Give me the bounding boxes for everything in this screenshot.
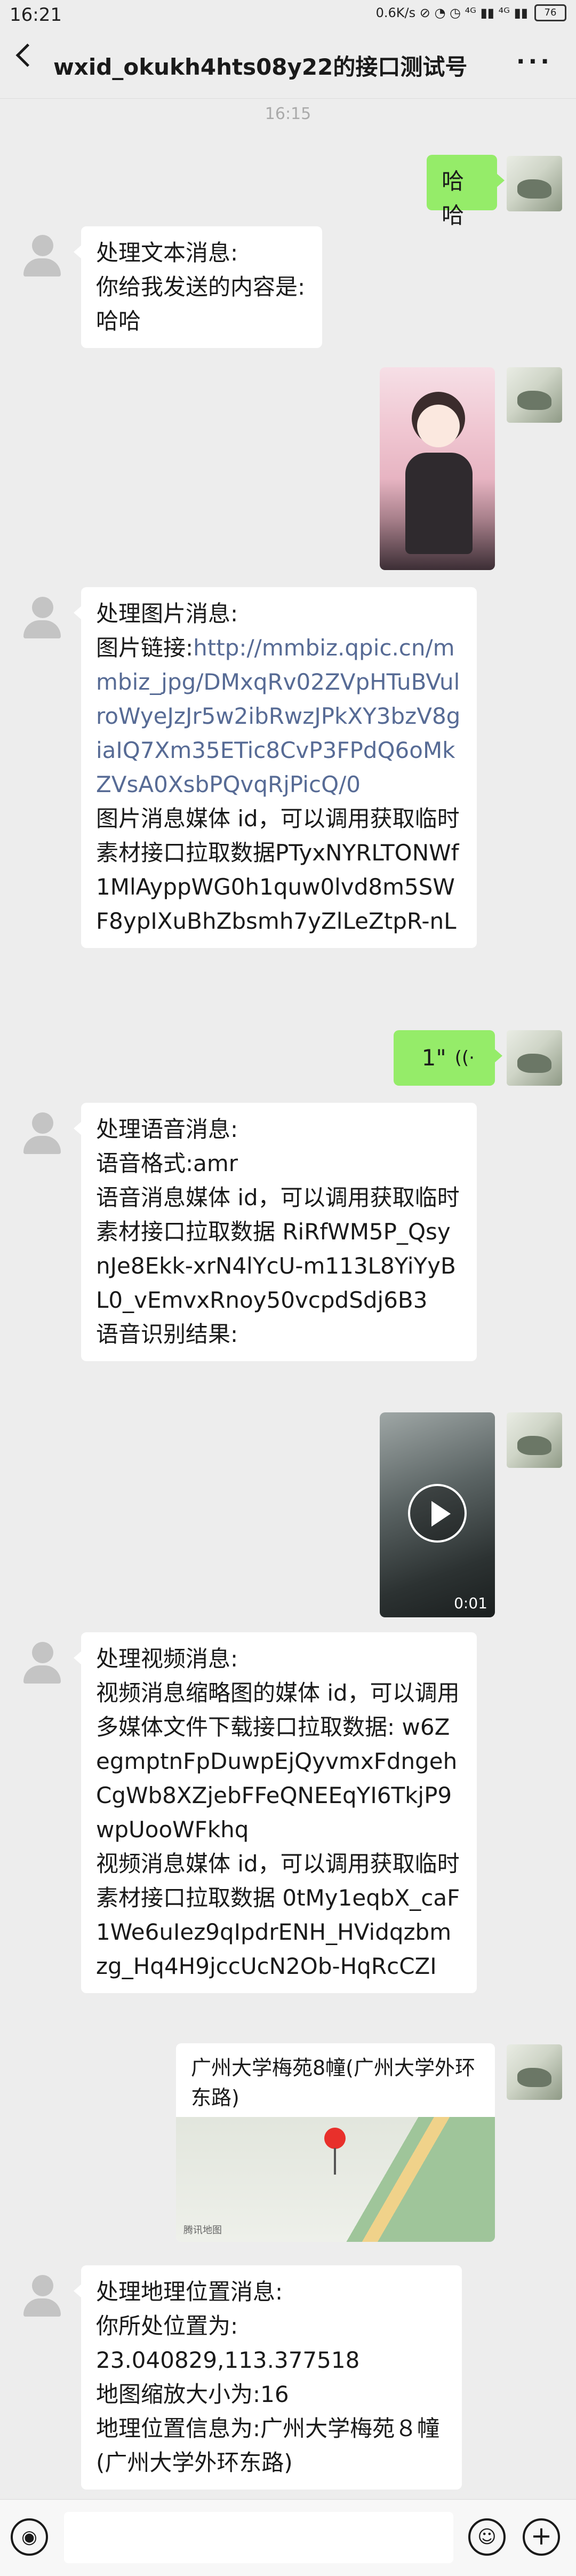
map-provider-logo: 腾讯地图	[183, 2225, 222, 2236]
chat-title: wxid_okukh4hts08y22的接口测试号	[53, 54, 468, 80]
voice-wave-icon: ((·	[454, 1047, 475, 1069]
more-options-icon[interactable]: ···	[516, 50, 553, 74]
location-map[interactable]: 腾讯地图	[176, 2117, 495, 2242]
message-bubble-outgoing[interactable]: 哈哈	[427, 155, 505, 228]
message-bubble-incoming[interactable]: 处理语音消息: 语音格式:amr 语音消息媒体 id，可以调用获取临时素材接口拉…	[74, 1103, 477, 1361]
my-avatar[interactable]	[507, 2044, 562, 2100]
voice-input-icon[interactable]: ◉	[11, 2518, 48, 2556]
bot-avatar[interactable]	[14, 1634, 69, 1690]
message-bubble-incoming[interactable]: 处理文本消息: 你给我发送的内容是: 哈哈	[74, 226, 322, 348]
message-bubble-incoming[interactable]: 处理地理位置消息: 你所处位置为: 23.040829,113.377518 地…	[74, 2265, 462, 2490]
image-media-id-text: 图片消息媒体 id，可以调用获取临时素材接口拉取数据PTyxNYRLTONWf1…	[96, 805, 460, 934]
status-time: 16:21	[10, 4, 62, 26]
my-avatar[interactable]	[507, 156, 562, 211]
my-avatar[interactable]	[507, 367, 562, 423]
bot-avatar[interactable]	[14, 227, 69, 283]
message-bubble-incoming[interactable]: 处理图片消息: 图片链接:http://mmbiz.qpic.cn/mmbiz_…	[74, 587, 477, 948]
video-message[interactable]: 0:01	[380, 1412, 495, 1617]
status-icons: 0.6K/s ⊘ ◔ ◷ ⁴ᴳ ▮▮ ⁴ᴳ ▮▮	[375, 5, 528, 20]
my-avatar[interactable]	[507, 1030, 562, 1086]
image-message[interactable]	[380, 367, 495, 570]
location-message[interactable]: 广州大学梅苑8幢(广州大学外环东路) 腾讯地图	[176, 2043, 495, 2242]
voice-duration: 1"	[421, 1045, 446, 1071]
video-duration: 0:01	[454, 1594, 487, 1612]
my-avatar[interactable]	[507, 1412, 562, 1468]
message-timestamp: 16:15	[265, 105, 311, 123]
play-icon[interactable]	[408, 1484, 467, 1543]
voice-message[interactable]: 1" ((·	[394, 1030, 502, 1086]
message-input[interactable]	[64, 2512, 453, 2563]
plus-icon[interactable]: +	[523, 2518, 560, 2556]
battery-icon: 76	[534, 4, 566, 21]
location-title: 广州大学梅苑8幢(广州大学外环东路)	[191, 2056, 476, 2109]
emoji-icon[interactable]: ☺	[468, 2518, 506, 2556]
status-indicators: 0.6K/s ⊘ ◔ ◷ ⁴ᴳ ▮▮ ⁴ᴳ ▮▮ 76	[376, 4, 566, 21]
bot-avatar[interactable]	[14, 1105, 69, 1160]
map-pin-icon	[324, 2128, 346, 2149]
message-bubble-incoming[interactable]: 处理视频消息: 视频消息缩略图的媒体 id，可以调用多媒体文件下载接口拉取数据:…	[74, 1632, 477, 1993]
bot-avatar[interactable]	[14, 2267, 69, 2323]
bot-avatar[interactable]	[14, 589, 69, 645]
